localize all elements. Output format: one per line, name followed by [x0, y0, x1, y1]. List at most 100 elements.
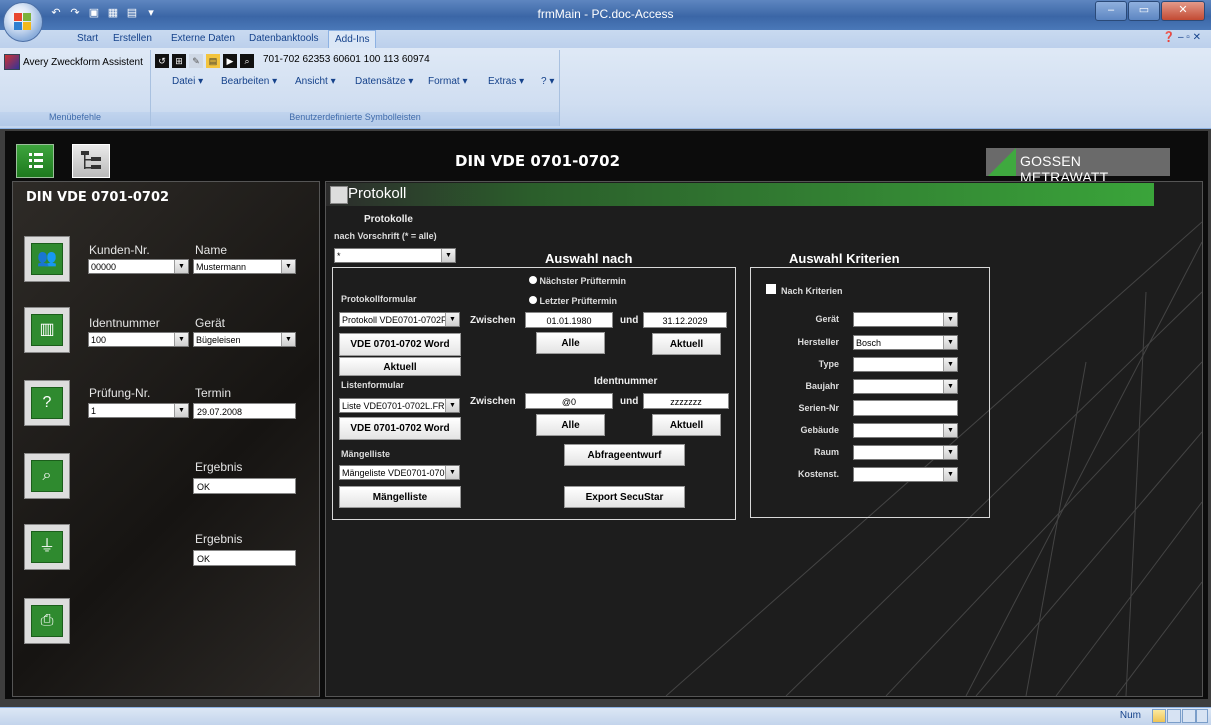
- window-controls: – ▭ ✕: [1094, 1, 1205, 21]
- list-view-button[interactable]: [16, 144, 54, 178]
- aktuell-button-1[interactable]: Aktuell: [652, 333, 721, 355]
- vorschrift-combo[interactable]: * ▼: [334, 248, 456, 263]
- date-to-field[interactable]: 31.12.2029: [643, 312, 727, 328]
- kriterium-label-gebaeude: Gebäude: [800, 425, 839, 435]
- page-title: DIN VDE 0701-0702: [455, 152, 621, 170]
- devices-button[interactable]: ▥: [24, 307, 70, 353]
- kriterium-combo-type[interactable]: ▼: [853, 357, 958, 372]
- chevron-down-icon[interactable]: ▼: [943, 380, 957, 393]
- chevron-down-icon[interactable]: ▼: [281, 260, 295, 273]
- radio-last[interactable]: Letzter Prüftermin: [529, 296, 617, 306]
- protokoll-title: Protokoll: [348, 185, 407, 202]
- menu-format[interactable]: Format ▾: [428, 76, 467, 87]
- close-icon[interactable]: ✕: [1161, 1, 1205, 21]
- next-record-icon[interactable]: ▶: [223, 54, 237, 68]
- kriterium-combo-raum[interactable]: ▼: [853, 445, 958, 460]
- protokollformular-combo[interactable]: Protokoll VDE0701-0702F ▼: [339, 312, 460, 327]
- design-view-icon[interactable]: [1196, 709, 1208, 723]
- chevron-down-icon[interactable]: ▼: [174, 404, 188, 417]
- undo-icon[interactable]: ↺: [155, 54, 169, 68]
- chevron-down-icon[interactable]: ▼: [943, 313, 957, 326]
- alle-button-1[interactable]: Alle: [536, 332, 605, 354]
- kriterium-combo-kostenst[interactable]: ▼: [853, 467, 958, 482]
- chevron-down-icon[interactable]: ▼: [445, 466, 459, 479]
- radio-next[interactable]: Nächster Prüftermin: [529, 276, 626, 286]
- ident-to-field[interactable]: zzzzzzz: [643, 393, 729, 409]
- chevron-down-icon[interactable]: ▼: [943, 424, 957, 437]
- listenformular-combo[interactable]: Liste VDE0701-0702L.FRM ▼: [339, 398, 460, 413]
- ergebnis1-field[interactable]: OK: [193, 478, 296, 494]
- menu-extras[interactable]: Extras ▾: [488, 76, 524, 87]
- geraet-combo[interactable]: Bügeleisen ▼: [193, 332, 296, 347]
- menu-bearbeiten[interactable]: Bearbeiten ▾: [221, 76, 277, 87]
- users-icon: 👥: [31, 243, 63, 275]
- kunden-combo[interactable]: 00000 ▼: [88, 259, 189, 274]
- form-view-icon[interactable]: [1152, 709, 1166, 723]
- chevron-down-icon[interactable]: ▼: [943, 468, 957, 481]
- name-label: Name: [195, 243, 228, 257]
- tree-icon[interactable]: ⊞: [172, 54, 186, 68]
- search-icon[interactable]: ⌕: [240, 54, 254, 68]
- minimize-icon[interactable]: –: [1095, 1, 1127, 21]
- aktuell-button-2[interactable]: Aktuell: [652, 414, 721, 436]
- search-button[interactable]: ⌕: [24, 453, 70, 499]
- group-label: Benutzerdefinierte Symbolleisten: [151, 112, 559, 126]
- pruefung-combo[interactable]: 1 ▼: [88, 403, 189, 418]
- maengelliste-button[interactable]: Mängelliste: [339, 486, 461, 508]
- tree-view-button[interactable]: [72, 144, 110, 178]
- chevron-down-icon[interactable]: ▼: [445, 399, 459, 412]
- maximize-icon[interactable]: ▭: [1128, 1, 1160, 21]
- word-button-1[interactable]: VDE 0701-0702 Word: [339, 333, 461, 356]
- termin-field[interactable]: 29.07.2008: [193, 403, 296, 419]
- plug-button[interactable]: ⏚: [24, 524, 70, 570]
- tab-datenbanktools[interactable]: Datenbanktools: [249, 30, 319, 48]
- kriterium-combo-hersteller[interactable]: Bosch ▼: [853, 335, 958, 350]
- menu-datensaetze[interactable]: Datensätze ▾: [355, 76, 413, 87]
- ident-combo[interactable]: 100 ▼: [88, 332, 189, 347]
- chevron-down-icon[interactable]: ▼: [943, 336, 957, 349]
- export-button[interactable]: Export SecuStar: [564, 486, 685, 508]
- kriterium-label-hersteller: Hersteller: [797, 337, 839, 347]
- menu-ansicht[interactable]: Ansicht ▾: [295, 76, 336, 87]
- chevron-down-icon[interactable]: ▼: [943, 446, 957, 459]
- aktuell-small-button[interactable]: Aktuell: [339, 357, 461, 376]
- word-button-2[interactable]: VDE 0701-0702 Word: [339, 417, 461, 440]
- ident-from-field[interactable]: @0: [525, 393, 613, 409]
- customers-button[interactable]: 👥: [24, 236, 70, 282]
- menu-datei[interactable]: Datei ▾: [172, 76, 203, 87]
- date-from-field[interactable]: 01.01.1980: [525, 312, 613, 328]
- datasheet-view-icon[interactable]: [1167, 709, 1181, 723]
- layout-view-icon[interactable]: [1182, 709, 1196, 723]
- print-button[interactable]: ⎙: [24, 598, 70, 644]
- avery-icon: [4, 54, 20, 70]
- form-icon[interactable]: ▤: [206, 54, 220, 68]
- kriterium-combo-gebaeude[interactable]: ▼: [853, 423, 958, 438]
- tab-start[interactable]: Start: [77, 30, 98, 48]
- chevron-down-icon[interactable]: ▼: [174, 333, 188, 346]
- help-icon[interactable]: ❓ – ▫ ✕: [1163, 32, 1201, 43]
- edit-icon[interactable]: ✎: [189, 54, 203, 68]
- name-combo[interactable]: Mustermann ▼: [193, 259, 296, 274]
- nach-kriterien-checkbox[interactable]: Nach Kriterien: [766, 284, 843, 296]
- chevron-down-icon[interactable]: ▼: [441, 249, 455, 262]
- tab-erstellen[interactable]: Erstellen: [113, 30, 152, 48]
- kriterium-label-type: Type: [818, 359, 839, 369]
- tab-add-ins[interactable]: Add-Ins: [328, 30, 377, 49]
- office-button[interactable]: [3, 2, 43, 42]
- chevron-down-icon[interactable]: ▼: [174, 260, 188, 273]
- abfrage-button[interactable]: Abfrageentwurf: [564, 444, 685, 466]
- tests-button[interactable]: ?: [24, 380, 70, 426]
- kriterium-field-serien[interactable]: [853, 400, 958, 416]
- kriterium-label-serien: Serien-Nr: [798, 403, 839, 413]
- kriterium-combo-geraet[interactable]: ▼: [853, 312, 958, 327]
- ergebnis2-field[interactable]: OK: [193, 550, 296, 566]
- maengelliste-combo[interactable]: Mängeliste VDE0701-070 ▼: [339, 465, 460, 480]
- chevron-down-icon[interactable]: ▼: [281, 333, 295, 346]
- alle-button-2[interactable]: Alle: [536, 414, 605, 436]
- menu-help[interactable]: ? ▾: [541, 76, 554, 87]
- kriterium-combo-baujahr[interactable]: ▼: [853, 379, 958, 394]
- chevron-down-icon[interactable]: ▼: [445, 313, 459, 326]
- chevron-down-icon[interactable]: ▼: [943, 358, 957, 371]
- tab-externe-daten[interactable]: Externe Daten: [171, 30, 235, 48]
- avery-button[interactable]: Avery Zweckform Assistent: [4, 54, 143, 70]
